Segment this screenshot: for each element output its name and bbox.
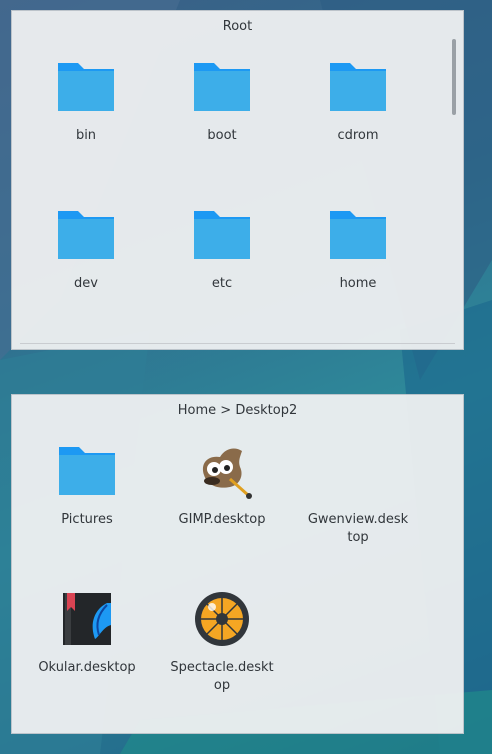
item-label: Pictures <box>61 512 113 527</box>
folder-item-pictures[interactable]: Pictures <box>32 439 142 529</box>
folder-icon <box>330 211 386 259</box>
folder-icon <box>194 211 250 259</box>
okular-icon <box>63 593 111 645</box>
item-label: bin <box>75 128 97 143</box>
item-label: etc <box>211 276 233 291</box>
panel-title: Root <box>222 19 253 34</box>
item-label: home <box>339 276 377 291</box>
folder-item-cdrom[interactable]: cdrom <box>303 55 413 145</box>
folder-item-dev[interactable]: dev <box>31 203 141 293</box>
item-label: Gwenview.desk top <box>307 512 409 545</box>
item-label: dev <box>74 276 98 291</box>
folder-item-etc[interactable]: etc <box>167 203 277 293</box>
gwenview-icon <box>326 439 390 503</box>
app-item-gwenview[interactable]: Gwenview.desk top <box>303 439 413 547</box>
desktop2-folder-view[interactable]: Home > Desktop2 Pictures GIMP.desktop Gw… <box>11 394 464 734</box>
spectacle-icon <box>195 592 249 646</box>
folder-icon <box>58 63 114 111</box>
app-item-spectacle[interactable]: Spectacle.deskt op <box>167 587 277 695</box>
folder-icon <box>194 63 250 111</box>
folder-item-home[interactable]: home <box>303 203 413 293</box>
folder-icon <box>330 63 386 111</box>
item-label: Spectacle.deskt op <box>170 660 274 693</box>
folder-item-boot[interactable]: boot <box>167 55 277 145</box>
gimp-icon <box>202 448 252 499</box>
app-item-gimp[interactable]: GIMP.desktop <box>167 439 277 529</box>
folder-item-bin[interactable]: bin <box>31 55 141 145</box>
item-label: Okular.desktop <box>38 660 136 675</box>
root-folder-view[interactable]: Root bin boot cdrom dev etc home <box>11 10 464 350</box>
folder-icon <box>59 447 115 495</box>
item-label: cdrom <box>337 128 379 143</box>
folder-icon <box>58 211 114 259</box>
panel-divider <box>20 343 455 344</box>
breadcrumb[interactable]: Home > Desktop2 <box>12 403 463 418</box>
item-label: boot <box>207 128 237 143</box>
item-label: GIMP.desktop <box>178 512 266 527</box>
app-item-okular[interactable]: Okular.desktop <box>32 587 142 677</box>
scrollbar[interactable] <box>452 39 456 115</box>
